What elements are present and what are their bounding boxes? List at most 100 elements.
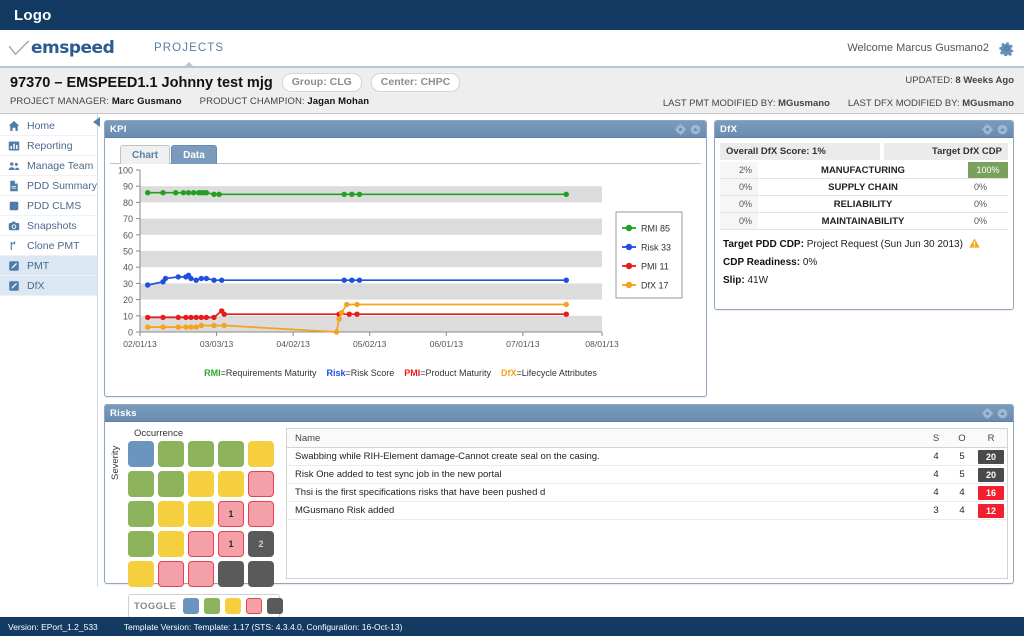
table-row[interactable]: Thsi is the first specifications risks t…: [287, 484, 1007, 502]
toggle-label: TOGGLE: [134, 600, 177, 612]
risk-matrix-cell-count: 2: [258, 539, 264, 549]
occurrence-axis-label: Occurrence: [134, 428, 184, 439]
risk-matrix-cell[interactable]: [218, 471, 244, 497]
risk-matrix-cell[interactable]: [248, 441, 274, 467]
toggle-swatch-pink[interactable]: [246, 598, 263, 614]
sidebar-item-pdd-summary[interactable]: PDD Summary: [0, 176, 97, 196]
risk-matrix-cell[interactable]: [128, 531, 154, 557]
nav-tab-projects[interactable]: PROJECTS: [142, 30, 236, 68]
bar-chart-icon: [8, 141, 20, 150]
risk-occurrence: 4: [959, 505, 965, 516]
risk-matrix-cell[interactable]: 1: [218, 501, 244, 527]
svg-text:100: 100: [118, 166, 133, 176]
risk-matrix-cell[interactable]: 2: [248, 531, 274, 557]
risk-matrix-cell[interactable]: [188, 561, 214, 587]
dfx-row-name: RELIABILITY: [833, 198, 893, 210]
svg-text:07/01/13: 07/01/13: [506, 339, 540, 349]
sidebar-item-home[interactable]: Home: [0, 116, 97, 136]
nav-tab-label: PROJECTS: [154, 42, 225, 54]
chevron-up-circle-icon[interactable]: [997, 124, 1008, 135]
sidebar-collapse-toggle[interactable]: [90, 116, 102, 128]
risk-matrix-cell[interactable]: [188, 471, 214, 497]
risk-matrix-cell[interactable]: [218, 441, 244, 467]
legend-note-desc: =Requirements Maturity: [220, 368, 317, 378]
risk-severity: 3: [933, 505, 939, 516]
table-row[interactable]: Swabbing while RIH-Element damage-Cannot…: [287, 448, 1007, 466]
risk-matrix-cell[interactable]: [158, 561, 184, 587]
chevron-up-circle-icon[interactable]: [997, 408, 1008, 419]
risk-matrix-cell[interactable]: [128, 501, 154, 527]
application-root: Logo emspeed PROJECTS Welcome Marcus Gus…: [0, 0, 1024, 636]
svg-text:20: 20: [123, 295, 133, 305]
toggle-swatch-yellow[interactable]: [225, 598, 242, 614]
dfx-row[interactable]: 0% MAINTAINABILITY 0%: [720, 213, 1008, 230]
welcome-text: Welcome Marcus Gusmano2: [847, 42, 989, 54]
dfx-row[interactable]: 0% RELIABILITY 0%: [720, 196, 1008, 213]
gear-icon[interactable]: [999, 41, 1014, 56]
risks-table-column-header[interactable]: O: [949, 429, 975, 447]
body-wrapper: Home Reporting Manage Team PDD Summary PDD C…: [0, 114, 1024, 618]
dfx-row-name: MAINTAINABILITY: [821, 215, 905, 227]
kpi-footer-legend: RMI=Requirements Maturity Risk=Risk Score…: [110, 364, 701, 378]
toggle-swatch-blue[interactable]: [183, 598, 200, 614]
sidebar-item-dfx[interactable]: DfX: [0, 276, 97, 296]
dfx-row-name: MANUFACTURING: [821, 164, 905, 176]
logo-text: Logo: [14, 6, 52, 24]
sidebar-item-clone-pmt[interactable]: Clone PMT: [0, 236, 97, 256]
dfx-row[interactable]: 0% SUPPLY CHAIN 0%: [720, 179, 1008, 196]
legend-note-dfx: DfX=Lifecycle Attributes: [501, 368, 597, 378]
dfx-row[interactable]: 2% MANUFACTURING 100%: [720, 162, 1008, 179]
table-row[interactable]: Risk One added to test sync job in the n…: [287, 466, 1007, 484]
risk-matrix-cell[interactable]: [188, 531, 214, 557]
gear-icon[interactable]: [982, 123, 993, 135]
center-pill: Center: CHPC: [370, 73, 461, 92]
table-row[interactable]: MGusmano Risk added 3 4 12: [287, 502, 1007, 520]
dfx-notes: Target PDD CDP: Project Request (Sun Jun…: [720, 230, 1008, 286]
risk-matrix-cell[interactable]: [128, 441, 154, 467]
risks-table-column-header[interactable]: R: [975, 429, 1007, 447]
kpi-chart-svg: 0 10 20 30 40 50 60 70 80 90 100 02/01/13 03/03/13 04…: [118, 166, 683, 349]
branch-icon: [8, 240, 20, 252]
risk-matrix-cell[interactable]: [128, 561, 154, 587]
risk-matrix-cell[interactable]: [188, 501, 214, 527]
tab-chart[interactable]: Chart: [120, 145, 171, 164]
svg-text:0: 0: [128, 328, 133, 338]
emspeed-logo[interactable]: emspeed: [0, 40, 120, 57]
pencil-square-icon: [8, 280, 20, 292]
cdp-readiness: CDP Readiness: 0%: [723, 257, 1005, 268]
risk-matrix-cell[interactable]: [158, 471, 184, 497]
risk-matrix-cell[interactable]: 1: [218, 531, 244, 557]
kpi-panel-title: KPI: [110, 123, 127, 135]
risk-matrix-cell[interactable]: [248, 501, 274, 527]
camera-icon: [8, 221, 20, 230]
toggle-swatch-gray[interactable]: [267, 598, 284, 614]
project-manager-value: Marc Gusmano: [111, 96, 182, 107]
risks-table-column-header[interactable]: Name: [287, 429, 923, 447]
svg-text:60: 60: [123, 230, 133, 240]
svg-text:02/01/13: 02/01/13: [123, 339, 157, 349]
sidebar: Home Reporting Manage Team PDD Summary PDD C…: [0, 114, 98, 587]
risk-matrix-cell[interactable]: [158, 531, 184, 557]
gear-icon[interactable]: [675, 123, 686, 135]
risk-matrix-cell[interactable]: [218, 561, 244, 587]
product-champion-label: PRODUCT CHAMPION:: [199, 96, 305, 107]
sidebar-item-reporting[interactable]: Reporting: [0, 136, 97, 156]
risk-matrix-cell[interactable]: [248, 561, 274, 587]
sidebar-item-manage-team[interactable]: Manage Team: [0, 156, 97, 176]
sidebar-item-snapshots[interactable]: Snapshots: [0, 216, 97, 236]
chevron-up-circle-icon[interactable]: [690, 124, 701, 135]
risk-matrix-cell[interactable]: [128, 471, 154, 497]
tab-data[interactable]: Data: [171, 145, 217, 164]
risks-table-column-header[interactable]: S: [923, 429, 949, 447]
gear-icon[interactable]: [982, 407, 993, 419]
risk-matrix-cell[interactable]: [188, 441, 214, 467]
footer-bar: Version: EPort_1.2_533 Template Version:…: [0, 617, 1024, 636]
toggle-swatch-green[interactable]: [204, 598, 221, 614]
risk-matrix-cell[interactable]: [158, 501, 184, 527]
risk-matrix-cell[interactable]: [158, 441, 184, 467]
status-badge: 20: [978, 449, 1004, 464]
sidebar-item-pmt[interactable]: PMT: [0, 256, 97, 276]
risk-occurrence: 4: [959, 487, 965, 498]
risk-matrix-cell[interactable]: [248, 471, 274, 497]
sidebar-item-pdd-clms[interactable]: PDD CLMS: [0, 196, 97, 216]
